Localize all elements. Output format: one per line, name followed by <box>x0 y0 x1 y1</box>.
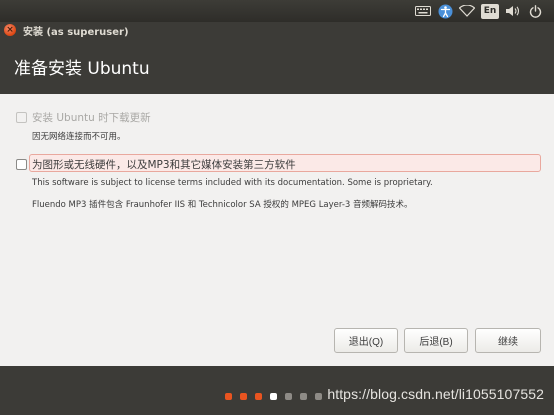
download-updates-checkbox <box>16 112 27 123</box>
system-top-panel: En <box>0 0 554 22</box>
fluendo-note: Fluendo MP3 插件包含 Fraunhofer IIS 和 Techni… <box>32 200 413 210</box>
window-title: 安装 (as superuser) <box>23 26 129 38</box>
accessibility-icon[interactable] <box>434 0 456 22</box>
download-updates-note: 因无网络连接而不可用。 <box>32 132 126 142</box>
third-party-option[interactable]: 为图形或无线硬件，以及MP3和其它媒体安装第三方软件 <box>16 157 296 172</box>
watermark-url: https://blog.csdn.net/li1055107552 <box>327 386 544 402</box>
progress-dot <box>225 393 232 400</box>
keyboard-icon[interactable] <box>412 0 434 22</box>
third-party-checkbox[interactable] <box>16 159 27 170</box>
close-icon: × <box>6 24 14 35</box>
language-indicator[interactable]: En <box>481 3 499 19</box>
progress-dot <box>285 393 292 400</box>
page-title: 准备安装 Ubuntu <box>14 58 150 79</box>
progress-dots <box>225 393 322 400</box>
window-titlebar: × 安装 (as superuser) <box>0 22 554 38</box>
license-note: This software is subject to license term… <box>32 178 433 188</box>
download-updates-label: 安装 Ubuntu 时下载更新 <box>32 112 151 124</box>
third-party-label[interactable]: 为图形或无线硬件，以及MP3和其它媒体安装第三方软件 <box>32 157 296 172</box>
progress-dot <box>300 393 307 400</box>
progress-dot <box>255 393 262 400</box>
continue-button[interactable]: 继续 <box>475 328 541 353</box>
power-icon[interactable] <box>524 0 546 22</box>
progress-dot <box>315 393 322 400</box>
volume-icon[interactable] <box>502 0 524 22</box>
back-button[interactable]: 后退(B) <box>404 328 468 353</box>
download-updates-option: 安装 Ubuntu 时下载更新 <box>16 110 151 125</box>
quit-button[interactable]: 退出(Q) <box>334 328 398 353</box>
page-header: 准备安装 Ubuntu <box>0 38 554 94</box>
progress-dot <box>270 393 277 400</box>
wifi-icon[interactable] <box>456 0 478 22</box>
progress-dot <box>240 393 247 400</box>
close-window-button[interactable]: × <box>4 24 16 36</box>
